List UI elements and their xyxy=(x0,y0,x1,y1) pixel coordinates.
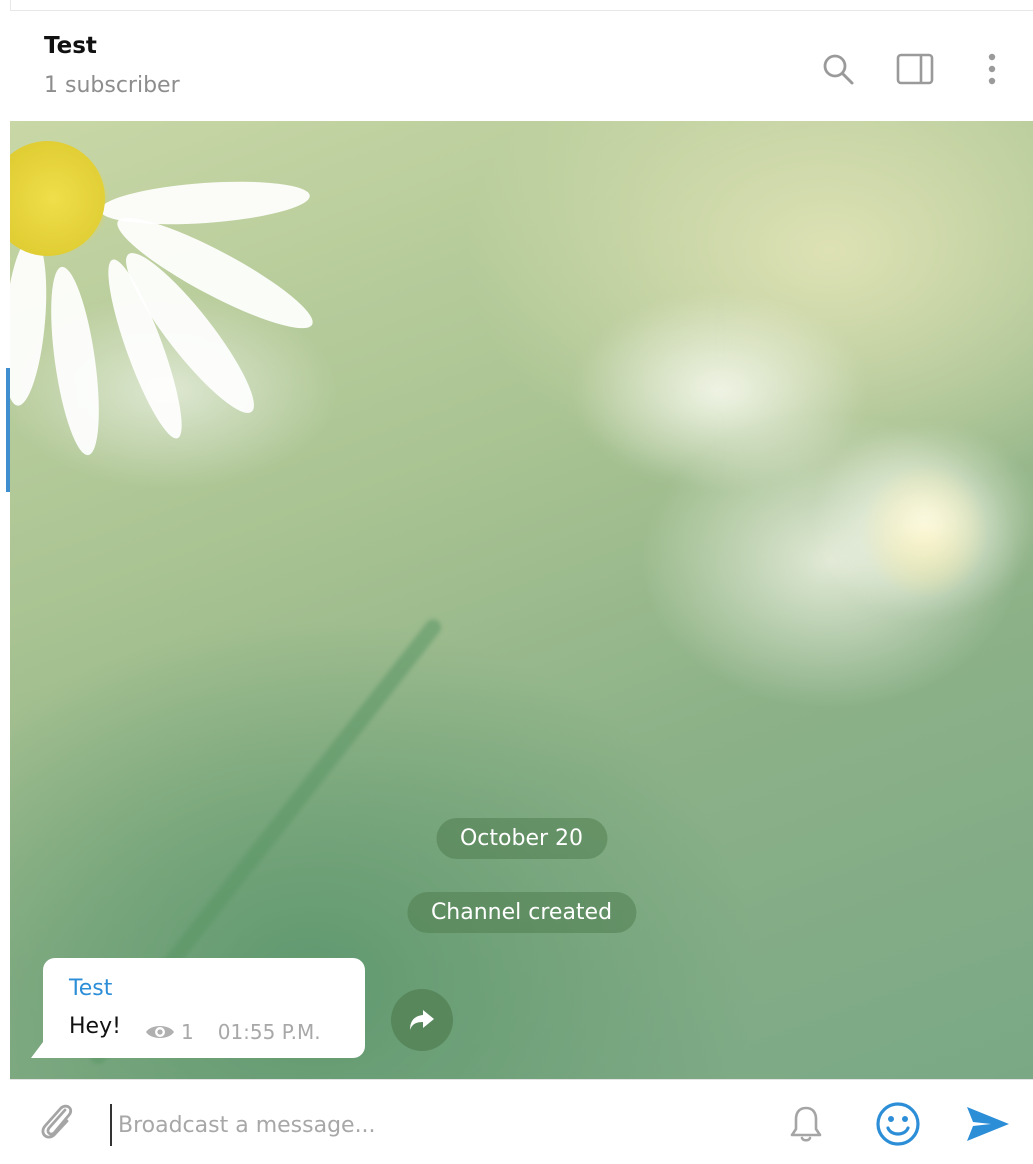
send-icon xyxy=(967,1107,1009,1141)
sidebar-panel-icon xyxy=(896,53,934,85)
paperclip-icon xyxy=(41,1104,73,1139)
silent-broadcast-toggle[interactable] xyxy=(782,1100,830,1148)
search-icon xyxy=(823,54,854,85)
more-vertical-icon xyxy=(988,53,996,85)
message-time: 01:55 P.M. xyxy=(217,1020,321,1044)
message-text: Hey! xyxy=(69,1014,121,1039)
wallpaper-flower-center xyxy=(10,141,105,256)
wallpaper-blur-flower xyxy=(810,421,1033,621)
message-author[interactable]: Test xyxy=(69,976,112,1001)
bubble-tail xyxy=(31,1042,43,1058)
send-button[interactable] xyxy=(964,1100,1012,1148)
more-menu-button[interactable] xyxy=(972,49,1012,89)
chat-title[interactable]: Test xyxy=(44,33,97,59)
search-button[interactable] xyxy=(818,49,858,89)
smile-icon xyxy=(876,1102,920,1146)
view-count: 1 xyxy=(181,1020,194,1044)
chat-area[interactable]: October 20 Channel created Test Hey! 1 0… xyxy=(10,121,1033,1079)
chat-header: Test 1 subscriber xyxy=(10,10,1033,122)
wallpaper-petal xyxy=(10,234,53,408)
message-bubble[interactable]: Test Hey! 1 01:55 P.M. xyxy=(31,958,365,1058)
message-meta: 1 01:55 P.M. xyxy=(145,1020,321,1044)
share-arrow-icon xyxy=(410,1010,434,1030)
bell-icon xyxy=(790,1106,822,1142)
date-separator: October 20 xyxy=(435,818,608,859)
wallpaper-blur-flower xyxy=(570,291,870,491)
message-composer xyxy=(10,1079,1033,1164)
eye-icon xyxy=(146,1026,174,1038)
service-message: Channel created xyxy=(406,892,637,933)
subscriber-count: 1 subscriber xyxy=(44,73,180,98)
attach-button[interactable] xyxy=(32,1098,80,1146)
forward-message-button[interactable] xyxy=(391,989,453,1051)
wallpaper-petal xyxy=(41,264,109,458)
toggle-sidebar-button[interactable] xyxy=(895,49,935,89)
message-input[interactable] xyxy=(110,1104,760,1146)
emoji-button[interactable] xyxy=(874,1100,922,1148)
